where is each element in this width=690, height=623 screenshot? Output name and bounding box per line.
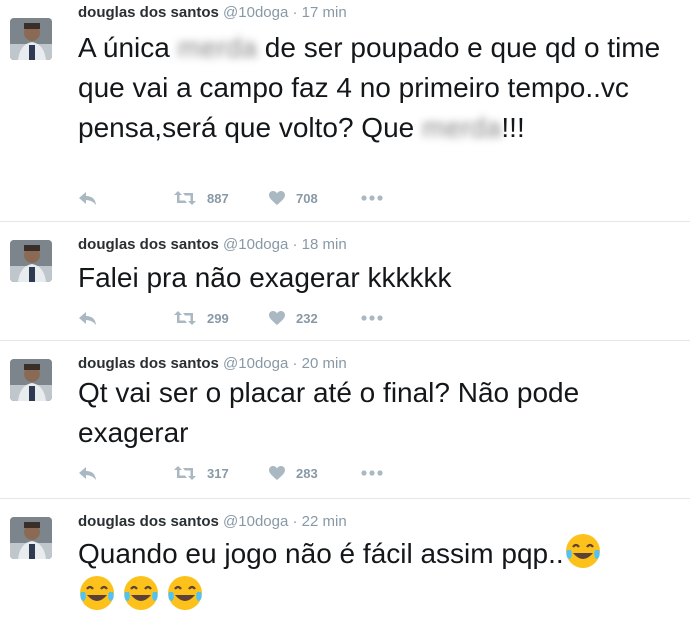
timestamp[interactable]: 18 min [302,236,347,253]
reply-icon [78,310,98,326]
tweet-actions: 317 283 [78,463,598,483]
tweet[interactable]: douglas dos santos @10doga · 17 min A ún… [0,0,690,222]
tweet[interactable]: douglas dos santos @10doga · 22 min Quan… [0,499,690,610]
retweet-count: 299 [207,310,229,326]
heart-icon [268,310,286,326]
author-handle[interactable]: @10doga [223,355,288,372]
timestamp[interactable]: 22 min [302,513,347,530]
retweet-button[interactable]: 887 [173,188,229,208]
tweet-header: douglas dos santos @10doga · 17 min [78,4,347,22]
tweet-header: douglas dos santos @10doga · 22 min [78,513,347,531]
like-button[interactable]: 283 [268,463,318,483]
reply-button[interactable] [78,463,98,483]
retweet-icon [173,310,197,326]
author-name[interactable]: douglas dos santos [78,355,219,372]
tweet-text: A única merda de ser poupado e que qd o … [78,28,678,148]
more-dots-icon [361,470,383,476]
tweet[interactable]: douglas dos santos @10doga · 20 min Qt v… [0,341,690,499]
like-button[interactable]: 232 [268,308,318,328]
tweet-text: Falei pra não exagerar kkkkkk [78,262,452,293]
author-name[interactable]: douglas dos santos [78,236,219,253]
retweet-button[interactable]: 299 [173,308,229,328]
timestamp[interactable]: 20 min [302,355,347,372]
heart-icon [268,465,286,481]
timestamp[interactable]: 17 min [302,4,347,21]
tweet-feed: douglas dos santos @10doga · 17 min A ún… [0,0,690,610]
author-name[interactable]: douglas dos santos [78,513,219,530]
tweet-actions: 299 232 [78,308,598,328]
more-dots-icon [361,315,383,321]
retweet-count: 317 [207,465,229,481]
retweet-count: 887 [207,190,229,206]
separator: · [292,236,298,253]
heart-icon [268,190,286,206]
author-handle[interactable]: @10doga [223,513,288,530]
more-dots-icon [361,195,383,201]
like-button[interactable]: 708 [268,188,318,208]
more-button[interactable] [361,308,383,328]
censored-word: merda [177,32,258,63]
separator: · [292,513,298,530]
like-count: 708 [296,190,318,206]
author-handle[interactable]: @10doga [223,236,288,253]
face-with-tears-of-joy-icon [78,574,116,612]
separator: · [292,4,298,21]
tweet[interactable]: douglas dos santos @10doga · 18 min Fale… [0,222,690,341]
tweet-text-segment: A única [78,32,178,63]
face-with-tears-of-joy-icon [564,532,602,570]
tweet-text-segment: Quando eu jogo não é fácil assim pqp.. [78,538,564,569]
avatar[interactable] [10,359,52,401]
face-with-tears-of-joy-icon [122,574,160,612]
like-count: 283 [296,465,318,481]
tweet-header: douglas dos santos @10doga · 20 min [78,355,347,373]
retweet-button[interactable]: 317 [173,463,229,483]
more-button[interactable] [361,188,383,208]
like-count: 232 [296,310,318,326]
author-name[interactable]: douglas dos santos [78,4,219,21]
tweet-text-segment: !!! [501,112,525,143]
avatar[interactable] [10,517,52,559]
retweet-icon [173,190,197,206]
avatar[interactable] [10,240,52,282]
reply-button[interactable] [78,308,98,328]
more-button[interactable] [361,463,383,483]
separator: · [292,355,298,372]
reply-icon [78,190,98,206]
tweet-header: douglas dos santos @10doga · 18 min [78,236,347,254]
tweet-text: Qt vai ser o placar até o final? Não pod… [78,377,580,448]
tweet-actions: 887 708 [78,188,598,208]
avatar[interactable] [10,18,52,60]
face-with-tears-of-joy-icon [166,574,204,612]
tweet-text: Quando eu jogo não é fácil assim pqp.. [78,532,678,616]
author-handle[interactable]: @10doga [223,4,288,21]
reply-icon [78,465,98,481]
censored-word: merda [422,112,502,143]
reply-button[interactable] [78,188,98,208]
retweet-icon [173,465,197,481]
